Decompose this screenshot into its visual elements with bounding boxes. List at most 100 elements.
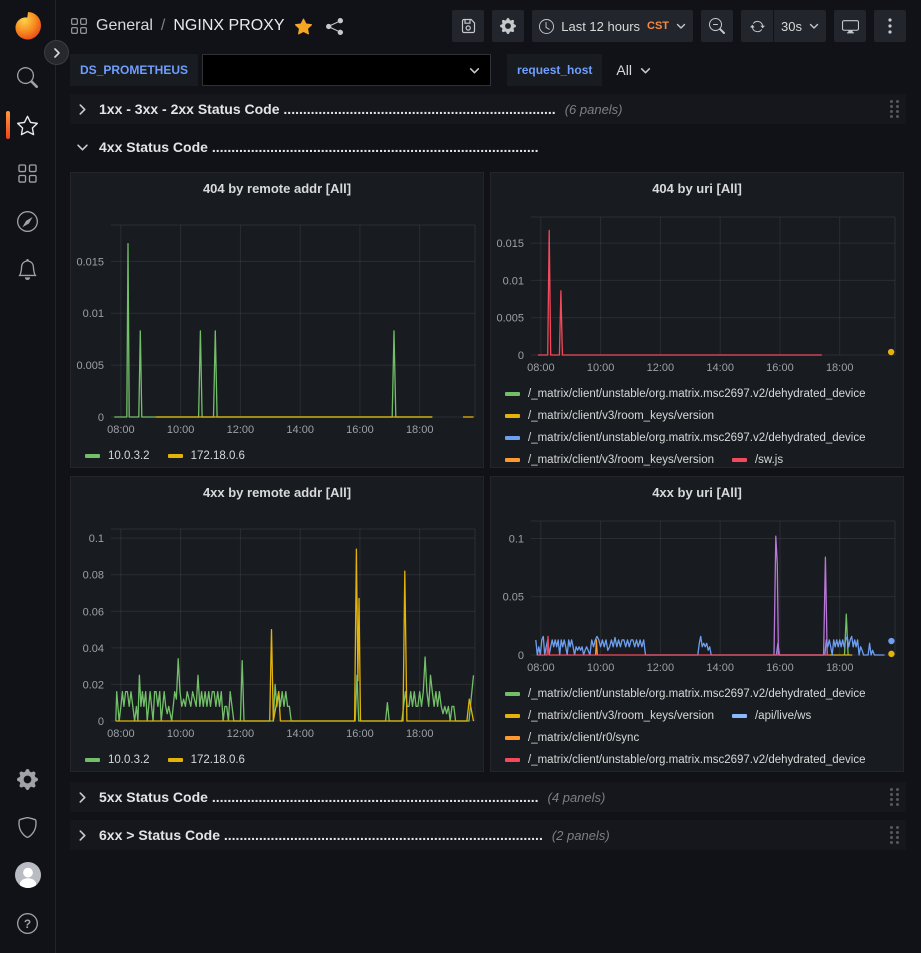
row-title: 1xx - 3xx - 2xx Status Code ............…	[99, 101, 556, 117]
panel-title[interactable]: 404 by uri [All]	[491, 173, 903, 203]
legend-item[interactable]: /_matrix/client/unstable/org.matrix.msc2…	[505, 754, 866, 766]
legend-label: 172.18.0.6	[191, 450, 245, 462]
more-options-kebab-button[interactable]	[874, 10, 906, 42]
legend-row: 10.0.3.2 172.18.0.6	[85, 749, 483, 771]
zoom-out-icon	[709, 18, 725, 34]
legend-item[interactable]: /api/live/ws	[732, 710, 811, 722]
svg-text:12:00: 12:00	[647, 362, 675, 374]
refresh-interval-picker[interactable]: 30s	[774, 10, 826, 42]
svg-text:14:00: 14:00	[286, 424, 314, 436]
sidebar-item-server-admin[interactable]	[0, 803, 56, 851]
panel-title[interactable]: 4xx by remote addr [All]	[71, 477, 483, 507]
legend-label: /_matrix/client/unstable/org.matrix.msc2…	[528, 432, 866, 444]
sidebar-item-starred[interactable]	[0, 101, 56, 149]
favorite-star-icon[interactable]	[295, 18, 312, 35]
legend-item[interactable]: 10.0.3.2	[85, 450, 150, 462]
legend-item[interactable]: 172.18.0.6	[168, 754, 245, 766]
legend-label: /_matrix/client/v3/room_keys/version	[528, 710, 714, 722]
svg-text:18:00: 18:00	[826, 662, 854, 674]
svg-text:10:00: 10:00	[167, 424, 195, 436]
svg-text:16:00: 16:00	[766, 362, 794, 374]
dashboard-settings-button[interactable]	[492, 10, 524, 42]
legend-swatch	[505, 692, 520, 696]
row-title: 5xx Status Code ........................…	[99, 789, 539, 805]
page-title[interactable]: NGINX PROXY	[173, 17, 284, 35]
svg-text:0.06: 0.06	[83, 606, 104, 618]
row-header-4xx[interactable]: 4xx Status Code ........................…	[70, 132, 906, 162]
legend-swatch	[168, 758, 183, 762]
svg-text:08:00: 08:00	[107, 728, 135, 740]
panel-title[interactable]: 404 by remote addr [All]	[71, 173, 483, 203]
star-outline-icon	[17, 115, 38, 136]
refresh-button[interactable]	[741, 10, 773, 42]
legend-row: /_matrix/client/unstable/org.matrix.msc2…	[505, 683, 903, 705]
svg-text:08:00: 08:00	[107, 424, 135, 436]
legend-item[interactable]: /_matrix/client/v3/room_keys/version	[505, 710, 714, 722]
legend-swatch	[732, 458, 747, 462]
row-header-6xx[interactable]: 6xx > Status Code ......................…	[70, 820, 906, 850]
legend-swatch	[168, 454, 183, 458]
panel-title[interactable]: 4xx by uri [All]	[491, 477, 903, 507]
expand-sidebar-button[interactable]	[44, 40, 69, 65]
variable-value-request-host[interactable]: All	[606, 54, 661, 86]
panel-grid: 404 by remote addr [All] 00.0050.010.015…	[70, 172, 906, 772]
timeseries-chart[interactable]: 00.050.108:0010:0012:0014:0016:0018:00	[491, 519, 903, 677]
legend-item[interactable]: /_matrix/client/unstable/org.matrix.msc2…	[505, 688, 866, 700]
breadcrumb-separator: /	[161, 17, 165, 35]
configuration-gear-icon	[17, 769, 38, 790]
row-drag-handle[interactable]	[890, 100, 900, 118]
svg-text:12:00: 12:00	[647, 662, 675, 674]
share-icon[interactable]	[326, 18, 343, 35]
sidebar-item-dashboards[interactable]	[0, 149, 56, 197]
dashboards-grid-icon	[17, 163, 38, 184]
svg-text:14:00: 14:00	[286, 728, 314, 740]
sidebar-item-profile[interactable]	[0, 851, 56, 899]
row-header-5xx[interactable]: 5xx Status Code ........................…	[70, 782, 906, 812]
panel-404-by-uri: 404 by uri [All] 00.0050.010.01508:0010:…	[490, 172, 904, 468]
timeseries-chart[interactable]: 00.020.040.060.080.108:0010:0012:0014:00…	[71, 527, 483, 743]
legend-item[interactable]: /sw.js	[732, 454, 783, 466]
svg-text:0.05: 0.05	[503, 592, 524, 604]
legend-label: 172.18.0.6	[191, 754, 245, 766]
grafana-logo[interactable]	[13, 10, 43, 47]
legend-label: 10.0.3.2	[108, 450, 150, 462]
legend-item[interactable]: /_matrix/client/unstable/org.matrix.msc2…	[505, 388, 866, 400]
row-header-1xx-3xx-2xx[interactable]: 1xx - 3xx - 2xx Status Code ............…	[70, 94, 906, 124]
variable-value-ds-prometheus[interactable]	[202, 54, 491, 86]
legend-row: 10.0.3.2 172.18.0.6	[85, 445, 483, 467]
time-range-picker[interactable]: Last 12 hours CST	[532, 10, 693, 42]
row-drag-handle[interactable]	[890, 826, 900, 844]
legend-item[interactable]: /_matrix/client/unstable/org.matrix.msc2…	[505, 432, 866, 444]
legend-row: /_matrix/client/r0/sync	[505, 727, 903, 749]
legend-item[interactable]: 172.18.0.6	[168, 450, 245, 462]
svg-text:12:00: 12:00	[227, 728, 255, 740]
kebab-menu-icon	[888, 18, 892, 34]
svg-text:0.1: 0.1	[509, 533, 524, 545]
legend-item[interactable]: 10.0.3.2	[85, 754, 150, 766]
legend-swatch	[505, 436, 520, 440]
legend-item[interactable]: /_matrix/client/v3/room_keys/version	[505, 454, 714, 466]
save-dashboard-button[interactable]	[452, 10, 484, 42]
legend-swatch	[505, 458, 520, 462]
timeseries-chart[interactable]: 00.0050.010.01508:0010:0012:0014:0016:00…	[491, 215, 903, 377]
tv-mode-button[interactable]	[834, 10, 866, 42]
variable-label-request-host[interactable]: request_host	[507, 54, 602, 86]
legend-item[interactable]: /_matrix/client/r0/sync	[505, 732, 639, 744]
legend-swatch	[505, 392, 520, 396]
legend-item[interactable]: /_matrix/client/v3/room_keys/version	[505, 410, 714, 422]
svg-text:10:00: 10:00	[587, 362, 615, 374]
svg-text:0.005: 0.005	[496, 313, 524, 325]
row-panel-count: (2 panels)	[552, 828, 610, 843]
breadcrumb-section[interactable]: General	[96, 17, 153, 35]
sidebar-item-configuration[interactable]	[0, 755, 56, 803]
row-drag-handle[interactable]	[890, 788, 900, 806]
sidebar-item-alerting[interactable]	[0, 245, 56, 293]
timeseries-chart[interactable]: 00.0050.010.01508:0010:0012:0014:0016:00…	[71, 223, 483, 439]
legend-label: /_matrix/client/unstable/org.matrix.msc2…	[528, 688, 866, 700]
zoom-out-time-button[interactable]	[701, 10, 733, 42]
sidebar-item-explore[interactable]	[0, 197, 56, 245]
sidebar-item-help[interactable]: ?	[0, 899, 56, 947]
variable-label-ds-prometheus[interactable]: DS_PROMETHEUS	[70, 54, 198, 86]
chevron-down-icon	[809, 21, 819, 31]
refresh-button-group: 30s	[741, 10, 826, 42]
